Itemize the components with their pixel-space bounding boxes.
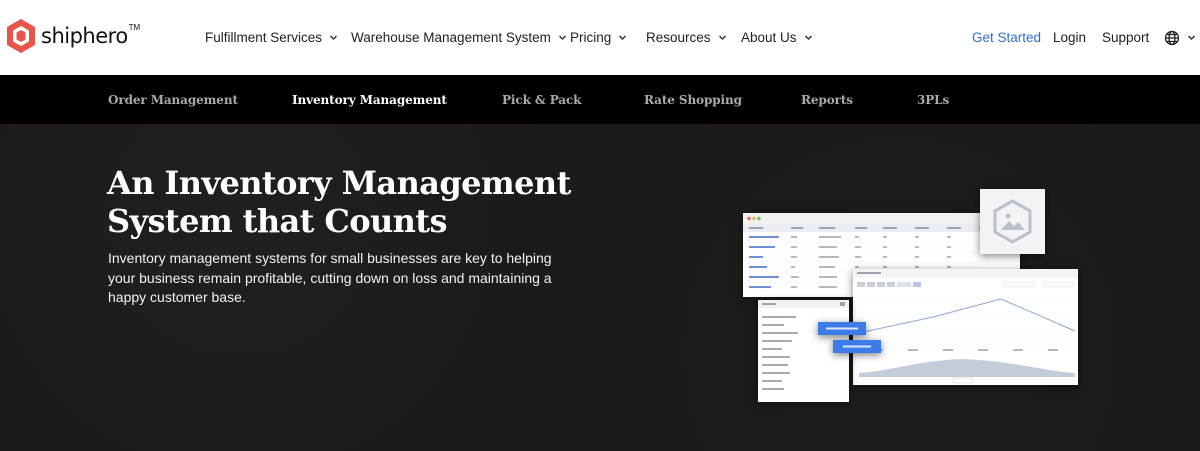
chevron-down-icon (1187, 33, 1196, 42)
nav-label: Fulfillment Services (205, 30, 323, 45)
language-selector[interactable] (1164, 0, 1196, 75)
subnav-inventory-management[interactable]: Inventory Management (292, 75, 447, 124)
nav-item-about-us[interactable]: About Us (741, 0, 813, 75)
shiphero-hexagon-logo-icon (7, 19, 35, 53)
product-subnav: Order Management Inventory Management Pi… (0, 75, 1200, 124)
play-for-amount-button-mockup (818, 322, 866, 335)
hero-title-line: An Inventory Management (107, 164, 571, 202)
image-icon (993, 199, 1032, 244)
nav-item-resources[interactable]: Resources (646, 0, 727, 75)
support-link[interactable]: Support (1102, 30, 1149, 45)
shiphero-logo[interactable]: shiphero TM (5, 17, 140, 55)
nav-label: About Us (741, 30, 797, 45)
brand-trademark: TM (128, 22, 141, 32)
subnav-reports[interactable]: Reports (801, 75, 853, 124)
top-navigation: shiphero TM Fulfillment Services Warehou… (0, 0, 1200, 75)
chevron-down-icon (718, 33, 727, 42)
nav-item-fulfillment-services[interactable]: Fulfillment Services (205, 0, 338, 75)
subnav-3pls[interactable]: 3PLs (917, 75, 949, 124)
chevron-down-icon (618, 33, 627, 42)
subnav-order-management[interactable]: Order Management (108, 75, 238, 124)
hero-title: An Inventory Management System that Coun… (107, 164, 627, 240)
globe-icon (1164, 30, 1180, 46)
product-illustration (740, 188, 1085, 408)
nav-label: Warehouse Management System (351, 30, 551, 45)
product-image-placeholder (980, 189, 1045, 254)
nav-item-pricing[interactable]: Pricing (570, 0, 627, 75)
hero-title-line: System that Counts (107, 202, 448, 240)
subnav-rate-shopping[interactable]: Rate Shopping (644, 75, 742, 124)
chevron-down-icon (558, 33, 567, 42)
hero-section: An Inventory Management System that Coun… (0, 124, 1200, 451)
login-link[interactable]: Login (1053, 30, 1086, 45)
nav-label: Pricing (570, 30, 612, 45)
sales-history-chart-mockup (853, 269, 1078, 385)
hero-description: Inventory management systems for small b… (108, 250, 552, 305)
nav-label: Resources (646, 30, 711, 45)
nav-item-warehouse-management-system[interactable]: Warehouse Management System (351, 0, 567, 75)
print-barcode-button-mockup (833, 340, 881, 353)
subnav-pick-and-pack[interactable]: Pick & Pack (502, 75, 581, 124)
chevron-down-icon (329, 33, 338, 42)
brand-name: shiphero (41, 24, 128, 48)
get-started-link[interactable]: Get Started (972, 30, 1041, 45)
chevron-down-icon (804, 33, 813, 42)
